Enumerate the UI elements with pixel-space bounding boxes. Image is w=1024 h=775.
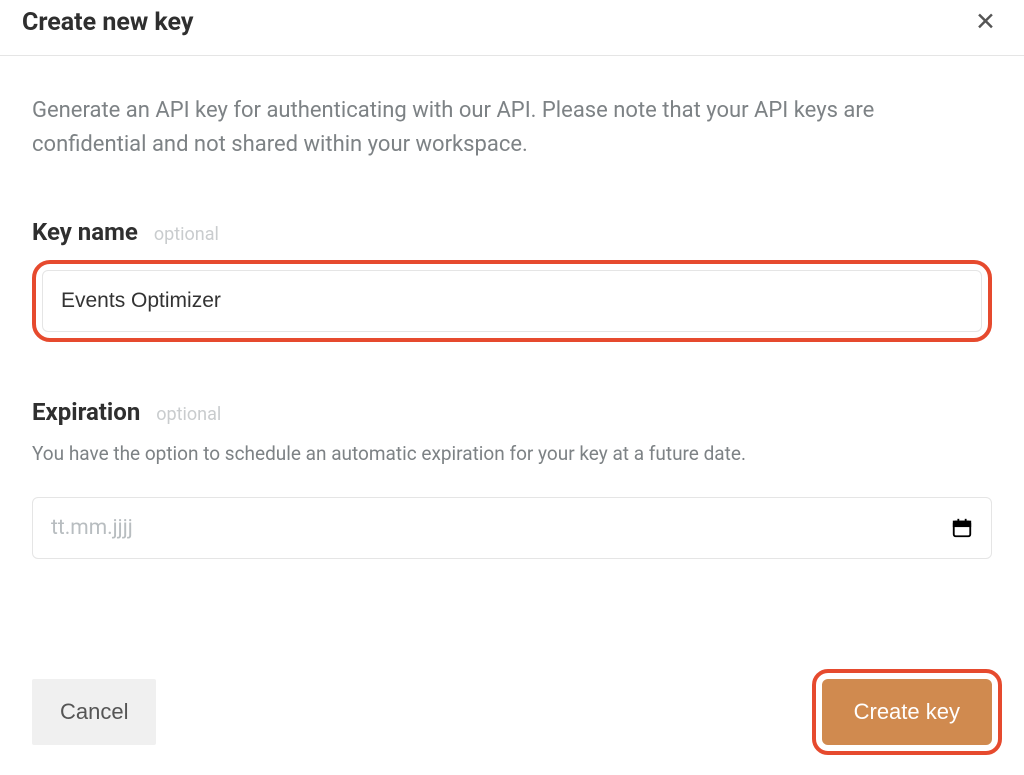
calendar-icon <box>951 517 973 539</box>
modal-title: Create new key <box>22 8 193 37</box>
expiration-label-row: Expiration optional <box>32 398 992 426</box>
expiration-label: Expiration <box>32 398 140 426</box>
key-name-field-group: Key name optional <box>32 218 992 342</box>
key-name-label: Key name <box>32 218 138 246</box>
create-button-highlight: Create key <box>812 669 1002 755</box>
modal-body: Generate an API key for authenticating w… <box>0 56 1024 619</box>
close-button[interactable]: ✕ <box>969 8 1002 37</box>
expiration-optional-tag: optional <box>156 404 221 425</box>
key-name-highlight <box>32 260 992 342</box>
cancel-button[interactable]: Cancel <box>32 679 156 745</box>
modal-footer: Cancel Create key <box>0 619 1024 775</box>
modal-header: Create new key ✕ <box>0 0 1024 56</box>
expiration-field-group: Expiration optional You have the option … <box>32 398 992 559</box>
expiration-date-input[interactable]: tt.mm.jjjj <box>32 497 992 559</box>
expiration-placeholder: tt.mm.jjjj <box>51 516 951 540</box>
key-name-label-row: Key name optional <box>32 218 992 246</box>
key-name-optional-tag: optional <box>154 224 219 245</box>
create-key-button[interactable]: Create key <box>822 679 992 745</box>
close-icon: ✕ <box>975 8 996 36</box>
expiration-help-text: You have the option to schedule an autom… <box>32 440 992 469</box>
key-name-input[interactable] <box>42 270 982 332</box>
description-text: Generate an API key for authenticating w… <box>32 94 992 162</box>
